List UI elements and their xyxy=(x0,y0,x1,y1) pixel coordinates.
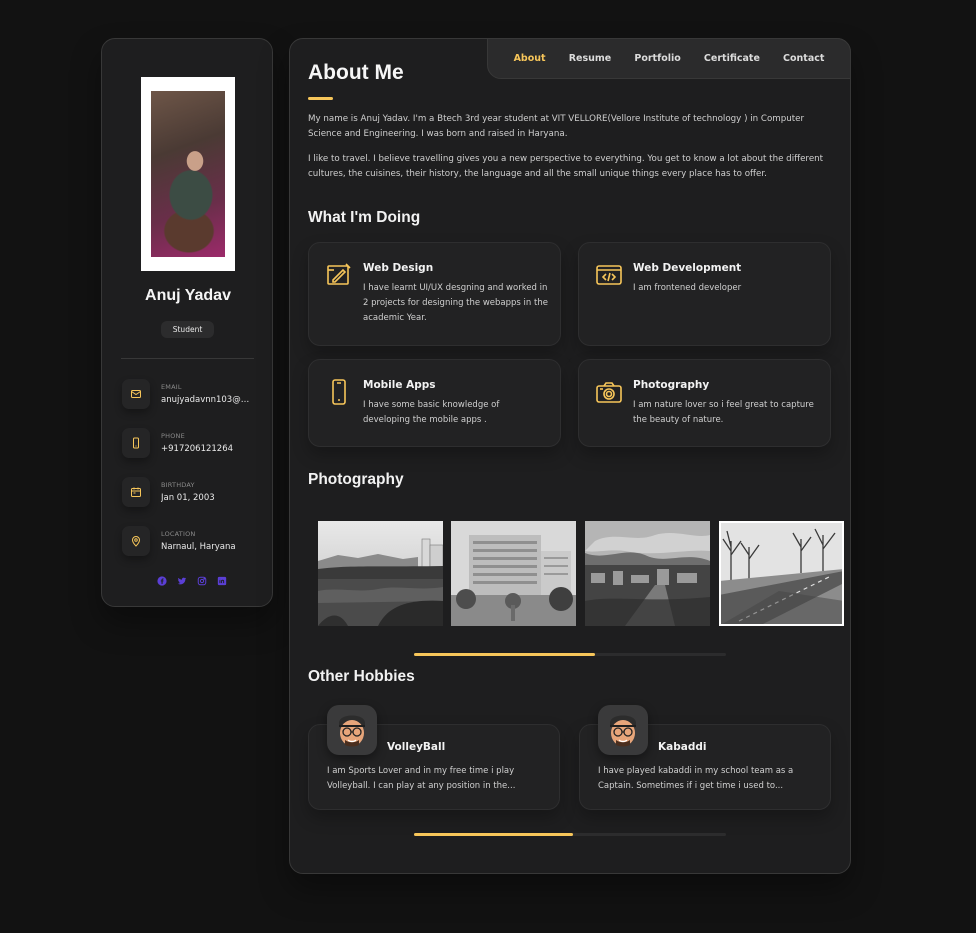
twitter-icon[interactable] xyxy=(176,575,187,586)
hobby-avatar-memoji xyxy=(598,705,648,755)
nav-resume[interactable]: Resume xyxy=(569,53,612,64)
service-text: I am frontened developer xyxy=(633,283,742,293)
email-link[interactable]: anujyadavnn103@gmail.com xyxy=(161,395,253,405)
code-window-icon xyxy=(596,265,622,285)
page-title: About Me xyxy=(308,61,404,84)
contact-label: Birthday xyxy=(161,481,195,489)
service-text: I am nature lover so i feel great to cap… xyxy=(633,400,814,425)
photo-tree-lined-road[interactable] xyxy=(719,521,844,626)
contact-birthday: Birthday Jan 01, 2003 xyxy=(122,477,262,511)
photo-lake[interactable] xyxy=(318,521,443,626)
about-paragraph-1: My name is Anuj Yadav. I'm a Btech 3rd y… xyxy=(308,114,805,139)
doing-heading: What I'm Doing xyxy=(308,209,421,226)
phone-icon xyxy=(122,428,150,458)
contact-email: Email anujyadavnn103@gmail.com xyxy=(122,379,262,413)
contact-phone: Phone +917206121264 xyxy=(122,428,262,462)
navbar: About Resume Portfolio Certificate Conta… xyxy=(487,38,851,79)
service-text: I have some basic knowledge of developin… xyxy=(363,400,500,425)
main-panel: About Resume Portfolio Certificate Conta… xyxy=(289,38,851,874)
contact-label: Email xyxy=(161,383,182,391)
social-links xyxy=(156,575,227,586)
service-card-photography: Photography I am nature lover so i feel … xyxy=(578,359,831,447)
hobby-text: I have played kabaddi in my school team … xyxy=(598,766,794,791)
mail-icon xyxy=(122,379,150,409)
contact-label: Phone xyxy=(161,432,185,440)
location-value: Narnaul, Haryana xyxy=(161,542,236,552)
photo-carousel-scrollbar[interactable] xyxy=(414,653,726,656)
phone-link[interactable]: +917206121264 xyxy=(161,444,253,454)
profile-name: Anuj Yadav xyxy=(145,287,231,304)
service-card-web-design: Web Design I have learnt UI/UX desgning … xyxy=(308,242,561,346)
location-pin-icon xyxy=(122,526,150,556)
calendar-icon xyxy=(122,477,150,507)
avatar xyxy=(141,77,235,271)
camera-icon xyxy=(596,382,622,403)
instagram-icon[interactable] xyxy=(196,575,207,586)
hobbies-heading: Other Hobbies xyxy=(308,668,415,685)
hobby-text: I am Sports Lover and in my free time i … xyxy=(327,766,516,791)
hobbies-scrollbar[interactable] xyxy=(414,833,726,836)
hobby-avatar-memoji xyxy=(327,705,377,755)
hobby-title: Kabaddi xyxy=(658,741,707,753)
about-paragraph-2: I like to travel. I believe travelling g… xyxy=(308,154,824,179)
hobby-card-kabaddi[interactable]: Kabaddi I have played kabaddi in my scho… xyxy=(579,705,831,810)
hobby-title: VolleyBall xyxy=(387,741,446,753)
service-title: Photography xyxy=(633,379,710,391)
title-badge: Student xyxy=(161,321,214,338)
photo-city-skyline[interactable] xyxy=(585,521,710,626)
nav-portfolio[interactable]: Portfolio xyxy=(634,53,680,64)
contact-location: Location Narnaul, Haryana xyxy=(122,526,262,560)
facebook-icon[interactable] xyxy=(156,575,167,586)
service-card-web-development: Web Development I am frontened developer xyxy=(578,242,831,346)
hobby-card-volleyball[interactable]: VolleyBall I am Sports Lover and in my f… xyxy=(308,705,560,810)
linkedin-icon[interactable] xyxy=(216,575,227,586)
service-text: I have learnt UI/UX desgning and worked … xyxy=(363,283,548,323)
photo-carousel xyxy=(318,521,846,626)
smartphone-icon xyxy=(332,379,346,405)
service-title: Web Development xyxy=(633,262,742,274)
photo-campus-building[interactable] xyxy=(451,521,576,626)
contact-label: Location xyxy=(161,530,196,538)
birthday-value: Jan 01, 2003 xyxy=(161,493,215,503)
nav-contact[interactable]: Contact xyxy=(783,53,824,64)
hobbies-scroll-thumb[interactable] xyxy=(414,833,574,836)
photo-carousel-scroll-thumb[interactable] xyxy=(414,653,595,656)
title-underline xyxy=(308,97,333,100)
avatar-photo xyxy=(151,91,225,257)
sidebar-divider xyxy=(121,358,254,359)
service-title: Web Design xyxy=(363,262,434,274)
nav-certificate[interactable]: Certificate xyxy=(704,53,760,64)
nav-about[interactable]: About xyxy=(514,53,546,64)
design-pen-icon xyxy=(327,263,351,285)
profile-sidebar: Anuj Yadav Student Email anujyadavnn103@… xyxy=(101,38,273,607)
service-title: Mobile Apps xyxy=(363,379,436,391)
service-card-mobile-apps: Mobile Apps I have some basic knowledge … xyxy=(308,359,561,447)
photography-heading: Photography xyxy=(308,471,404,488)
